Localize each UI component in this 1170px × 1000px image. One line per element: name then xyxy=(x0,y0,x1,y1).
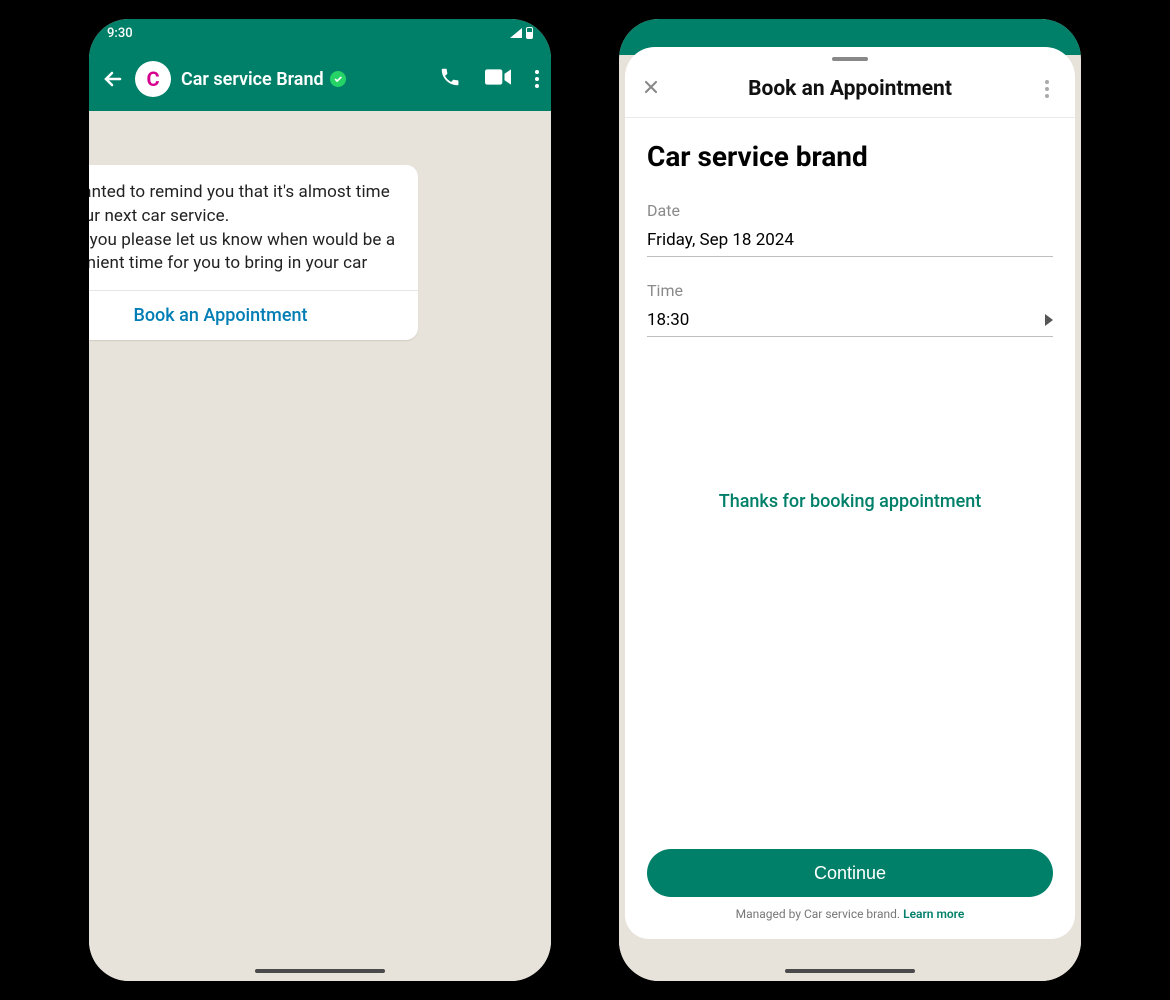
signal-icon xyxy=(510,28,522,38)
date-value: Friday, Sep 18 2024 xyxy=(647,230,794,250)
sheet-body: Car service brand Date Friday, Sep 18 20… xyxy=(625,118,1075,849)
time-input-row[interactable]: 18:30 xyxy=(647,310,1053,337)
booking-sheet: Book an Appointment Car service brand Da… xyxy=(625,47,1075,939)
brand-title: Car service brand xyxy=(647,140,1053,173)
booking-phone: Book an Appointment Car service brand Da… xyxy=(615,15,1085,985)
managed-by-prefix: Managed by Car service brand. xyxy=(736,907,903,921)
sheet-handle[interactable] xyxy=(832,57,868,61)
date-field: Date Friday, Sep 18 2024 xyxy=(647,201,1053,257)
home-indicator xyxy=(255,969,385,973)
time-label: Time xyxy=(647,281,1053,300)
managed-by-text: Managed by Car service brand. Learn more xyxy=(647,907,1053,921)
close-icon[interactable] xyxy=(641,77,665,101)
chat-phone: 9:30 C Car service Brand xyxy=(85,15,555,985)
book-appointment-button[interactable]: Book an Appointment xyxy=(85,291,400,340)
header-actions xyxy=(439,66,539,92)
chat-body: We wanted to remind you that it's almost… xyxy=(89,111,551,981)
chat-title: Car service Brand xyxy=(181,69,324,90)
status-bar: 9:30 xyxy=(89,19,551,47)
verified-icon xyxy=(330,71,346,87)
continue-button[interactable]: Continue xyxy=(647,849,1053,897)
sheet-footer: Continue Managed by Car service brand. L… xyxy=(625,849,1075,939)
learn-more-link[interactable]: Learn more xyxy=(903,907,964,921)
battery-icon xyxy=(526,27,533,39)
time-field: Time 18:30 xyxy=(647,281,1053,337)
sheet-header: Book an Appointment xyxy=(625,67,1075,118)
home-indicator xyxy=(785,969,915,973)
status-time: 9:30 xyxy=(107,26,133,41)
sheet-more-icon[interactable] xyxy=(1035,80,1059,98)
status-icons xyxy=(510,27,533,39)
more-icon[interactable] xyxy=(535,70,539,88)
avatar[interactable]: C xyxy=(135,61,171,97)
back-icon[interactable] xyxy=(101,67,125,91)
date-label: Date xyxy=(647,201,1053,220)
video-call-icon[interactable] xyxy=(485,66,511,92)
date-input-row[interactable]: Friday, Sep 18 2024 xyxy=(647,230,1053,257)
time-value: 18:30 xyxy=(647,310,689,330)
chat-title-container[interactable]: Car service Brand xyxy=(181,69,429,90)
sheet-title: Book an Appointment xyxy=(665,77,1035,101)
confirmation-text: Thanks for booking appointment xyxy=(647,491,1053,512)
avatar-letter: C xyxy=(146,67,159,91)
message-bubble: We wanted to remind you that it's almost… xyxy=(85,165,418,340)
chevron-right-icon xyxy=(1045,314,1053,326)
chat-header: C Car service Brand xyxy=(89,47,551,111)
voice-call-icon[interactable] xyxy=(439,66,461,92)
message-text: We wanted to remind you that it's almost… xyxy=(85,181,400,276)
